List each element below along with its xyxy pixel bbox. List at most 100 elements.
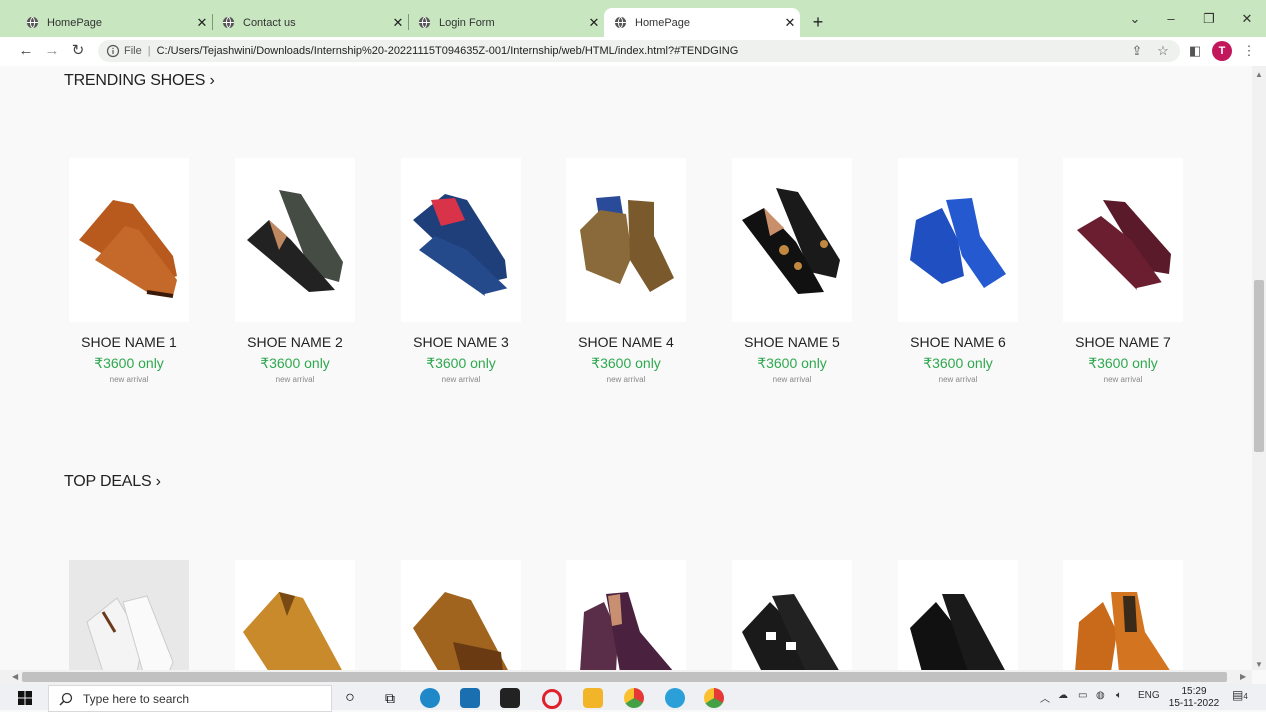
deal-shoe-image[interactable] [69,560,189,670]
shoe-image[interactable] [401,158,521,322]
product-card[interactable]: SHOE NAME 5 ₹3600 only new arrival [732,158,852,384]
tab-homepage-1[interactable]: HomePage ✕ [16,8,212,37]
volume-icon[interactable]: 🔈︎ [1116,690,1122,701]
tab-title: HomePage [47,16,103,29]
tab-login-form[interactable]: Login Form ✕ [408,8,604,37]
new-tab-button[interactable]: + [808,9,828,35]
product-price: ₹3600 only [757,355,827,371]
side-panel-icon[interactable]: ◧ [1186,42,1204,60]
scroll-up-icon[interactable]: ▲ [1255,70,1263,79]
menu-kebab-icon[interactable]: ⋮ [1240,42,1258,60]
store-icon[interactable] [500,688,520,708]
tab-contact-us[interactable]: Contact us ✕ [212,8,408,37]
trending-section-title[interactable]: TRENDING SHOES › [64,72,215,90]
product-name: SHOE NAME 3 [413,334,509,350]
network-globe-icon[interactable]: ◍ [1096,690,1105,701]
back-arrow-icon[interactable]: ← [16,41,36,61]
info-icon[interactable] [106,44,120,58]
product-price: ₹3600 only [923,355,993,371]
product-name: SHOE NAME 2 [247,334,343,350]
notification-count: 4 [1243,692,1248,701]
product-card[interactable]: SHOE NAME 3 ₹3600 only new arrival [401,158,521,384]
forward-arrow-icon[interactable]: → [42,41,62,61]
notification-icon[interactable]: ▤4 [1232,688,1248,702]
scroll-down-icon[interactable]: ▼ [1255,660,1263,669]
horizontal-scroll-thumb[interactable] [22,672,1227,682]
product-name: SHOE NAME 1 [81,334,177,350]
product-name: SHOE NAME 4 [578,334,674,350]
minimize-icon[interactable]: – [1156,8,1186,30]
mail-icon[interactable] [460,688,480,708]
product-note: new arrival [109,375,149,384]
product-name: SHOE NAME 7 [1075,334,1171,350]
product-price: ₹3600 only [260,355,330,371]
shoe-image[interactable] [732,158,852,322]
task-view-icon[interactable]: ⧉ [380,688,400,708]
tab-title: Login Form [439,16,495,29]
windows-start-icon[interactable] [18,691,32,705]
product-name: SHOE NAME 6 [910,334,1006,350]
taskbar-clock[interactable]: 15:29 15-11-2022 [1166,686,1222,710]
tab-title: Contact us [243,16,296,29]
product-price: ₹3600 only [591,355,661,371]
cortana-icon[interactable]: ○ [340,688,360,708]
shoe-image[interactable] [566,158,686,322]
url-text[interactable]: C:/Users/Tejashwini/Downloads/Internship… [157,45,1180,57]
chrome-profile-icon[interactable] [704,688,724,708]
clock-time: 15:29 [1181,686,1207,697]
vertical-scroll-thumb[interactable] [1254,280,1264,452]
opera-icon[interactable] [542,689,562,709]
deal-shoe-image[interactable] [566,560,686,670]
profile-avatar[interactable]: T [1212,41,1232,61]
close-tab-icon[interactable]: ✕ [388,15,408,31]
top-deals-section-title[interactable]: TOP DEALS › [64,473,161,491]
edge-icon[interactable] [420,688,440,708]
restore-icon[interactable]: ❐ [1194,8,1224,30]
tab-title: HomePage [635,16,691,29]
battery-icon[interactable]: ▭ [1078,690,1087,701]
shoe-image[interactable] [1063,158,1183,322]
reload-icon[interactable]: ↻ [68,41,88,61]
shoe-image[interactable] [235,158,355,322]
product-card[interactable]: SHOE NAME 6 ₹3600 only new arrival [898,158,1018,384]
tray-chevron-icon[interactable]: ︿ [1040,690,1050,705]
product-card[interactable]: SHOE NAME 1 ₹3600 only new arrival [69,158,189,384]
shoe-image[interactable] [898,158,1018,322]
product-card[interactable]: SHOE NAME 2 ₹3600 only new arrival [235,158,355,384]
close-tab-icon[interactable]: ✕ [780,15,800,31]
tab-search-icon[interactable]: ⌄ [1120,8,1150,30]
bookmark-star-icon[interactable]: ☆ [1154,42,1172,60]
product-price: ₹3600 only [426,355,496,371]
product-name: SHOE NAME 5 [744,334,840,350]
close-tab-icon[interactable]: ✕ [192,15,212,31]
globe-icon [222,16,235,29]
deal-shoe-image[interactable] [235,560,355,670]
share-icon[interactable]: ⇪ [1128,42,1146,60]
address-bar[interactable]: File | C:/Users/Tejashwini/Downloads/Int… [98,40,1180,62]
deal-shoe-image[interactable] [1063,560,1183,670]
scroll-right-icon[interactable]: ▶ [1240,672,1246,681]
deal-shoe-image[interactable] [732,560,852,670]
product-note: new arrival [275,375,315,384]
deal-shoe-image[interactable] [401,560,521,670]
url-separator: | [147,45,151,57]
product-card[interactable]: SHOE NAME 7 ₹3600 only new arrival [1063,158,1183,384]
deal-shoe-image[interactable] [898,560,1018,670]
product-price: ₹3600 only [94,355,164,371]
search-placeholder: Type here to search [83,691,190,706]
close-window-icon[interactable]: ✕ [1232,8,1262,30]
product-card[interactable]: SHOE NAME 4 ₹3600 only new arrival [566,158,686,384]
telegram-icon[interactable] [665,688,685,708]
onedrive-icon[interactable]: ☁ [1058,690,1068,701]
language-indicator[interactable]: ENG [1138,690,1160,701]
tab-homepage-active[interactable]: HomePage ✕ [604,8,800,37]
taskbar-search-box[interactable]: Type here to search [48,685,332,712]
file-explorer-icon[interactable] [583,688,603,708]
scroll-left-icon[interactable]: ◀ [12,672,18,681]
chrome-icon[interactable] [624,688,644,708]
close-tab-icon[interactable]: ✕ [584,15,604,31]
globe-icon [614,16,627,29]
shoe-image[interactable] [69,158,189,322]
product-price: ₹3600 only [1088,355,1158,371]
product-note: new arrival [441,375,481,384]
